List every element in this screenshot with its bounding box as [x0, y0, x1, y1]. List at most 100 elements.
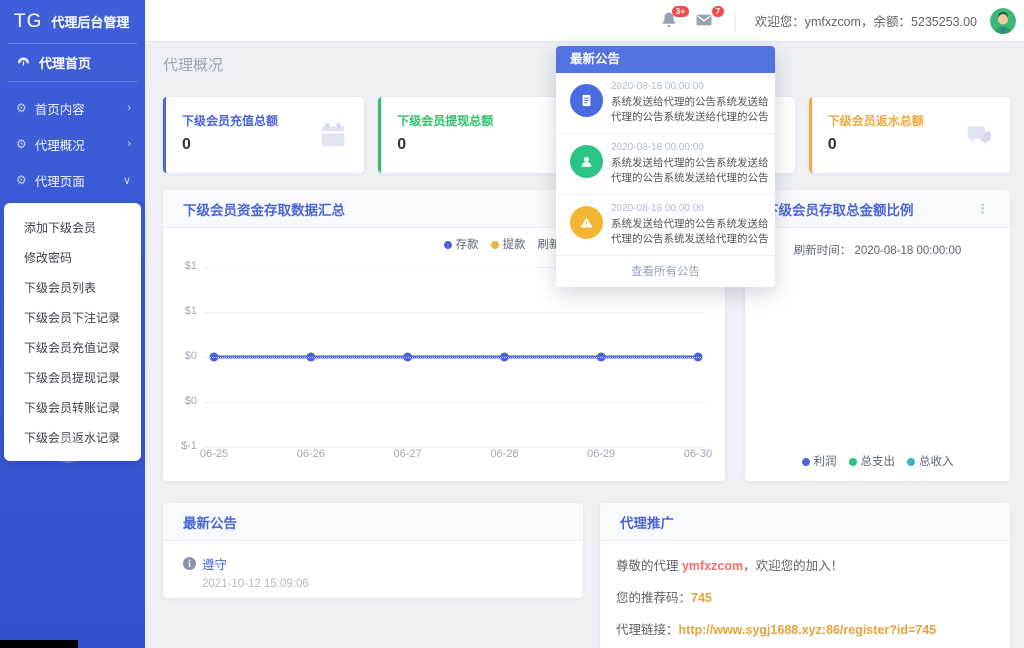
data-point: [403, 353, 412, 362]
dropdown-notice-item[interactable]: 2020-08-18 00:00:00 系统发送给代理的公告系统发送给代理的公告…: [556, 134, 775, 195]
messages-button[interactable]: 7: [694, 10, 716, 32]
stat-card-deposit-total: 下级会员充值总额 0: [163, 97, 364, 173]
sidebar-item-label: 首页内容: [35, 99, 120, 118]
code-label: 您的推荐码：: [616, 591, 691, 605]
ratio-legend: 利润 总支出 总收入: [745, 453, 1010, 469]
chat-icon: [964, 120, 994, 150]
panel-header: 下级会员存取总金额比例 ⋮: [745, 190, 1010, 228]
legend-dot: [907, 458, 915, 466]
welcome-balance-text: 欢迎您：ymfxzcom，余额：5235253.00: [755, 11, 977, 30]
info-icon: [183, 557, 196, 570]
dropdown-notice-item[interactable]: 2020-08-18 00:00:00 系统发送给代理的公告系统发送给代理的公告…: [556, 195, 775, 256]
sidebar-collapse-button[interactable]: ‹: [54, 435, 82, 463]
app-logo: TG 代理后台管理: [0, 0, 145, 43]
chevron-left-icon: ‹: [66, 442, 70, 457]
sidebar: TG 代理后台管理 代理首页 ⚙ 首页内容 › ⚙ 代理概况 › ⚙ 代理页面 …: [0, 0, 145, 648]
stat-card-withdraw-total: 下级会员提现总额 0: [378, 97, 579, 173]
calendar-icon: [318, 120, 348, 150]
notice-content: 2020-08-18 00:00:00 系统发送给代理的公告系统发送给代理的公告…: [611, 81, 771, 125]
gridline: [205, 447, 705, 448]
sidebar-item-label: 代理页面: [35, 171, 115, 190]
y-axis-tick: $1: [167, 260, 197, 272]
app-title: 代理后台管理: [51, 12, 129, 31]
y-axis-tick: $-1: [167, 440, 197, 452]
agent-link[interactable]: http://www.sygj1688.xyz:86/register?id=7…: [679, 623, 937, 637]
more-options-icon[interactable]: ⋮: [976, 201, 990, 217]
notice-time: 2020-08-18 00:00:00: [611, 203, 771, 214]
gridline: [205, 402, 705, 403]
gear-icon: ⚙: [16, 101, 27, 115]
y-axis-tick: $0: [167, 350, 197, 362]
data-point: [403, 353, 412, 362]
x-axis-tick: 06-27: [383, 448, 433, 460]
chevron-right-icon: ›: [127, 138, 131, 150]
chevron-down-icon: ∨: [123, 174, 131, 187]
notice-text: 系统发送给代理的公告系统发送给代理的公告系统发送给代理的公告: [611, 217, 771, 247]
legend-dot: [849, 458, 857, 466]
notice-time: 2020-08-18 00:00:00: [611, 81, 771, 92]
submenu-item-deposit-records[interactable]: 下级会员充值记录: [4, 332, 141, 362]
link-label: 代理链接：: [616, 623, 679, 637]
legend-item-expense: 总支出: [849, 453, 896, 469]
data-point: [597, 353, 606, 362]
panel-header: 代理推广: [600, 503, 1010, 541]
mail-icon: [694, 10, 714, 30]
topbar: 3+ 7 欢迎您：ymfxzcom，余额：5235253.00: [145, 0, 1024, 41]
dropdown-notice-item[interactable]: 2020-08-18 00:00:00 系统发送给代理的公告系统发送给代理的公告…: [556, 73, 775, 134]
panel-title: 代理推广: [620, 512, 674, 532]
notifications-bell-button[interactable]: 3+: [659, 10, 681, 32]
agent-name: ymfxzcom: [682, 559, 743, 573]
legend-dot: [802, 458, 810, 466]
notice-item[interactable]: 遵守: [183, 554, 563, 573]
legend-label: 总收入: [919, 456, 954, 468]
submenu-item-member-list[interactable]: 下级会员列表: [4, 272, 141, 302]
greeting-suffix: ，欢迎您的加入！: [743, 559, 843, 573]
legend-item-profit: 利润: [802, 453, 837, 469]
x-axis-tick: 06-30: [673, 448, 723, 460]
sidebar-item-agent-overview[interactable]: ⚙ 代理概况 ›: [0, 126, 145, 162]
notification-badge: 3+: [672, 6, 689, 18]
agent-promo-panel: 代理推广 尊敬的代理 ymfxzcom，欢迎您的加入！ 您的推荐码：745 代理…: [600, 503, 1010, 648]
sidebar-item-agent-home[interactable]: 代理首页: [0, 44, 145, 81]
data-point: [306, 353, 315, 362]
page-title: 代理概况: [163, 54, 223, 75]
dropdown-header: 最新公告: [556, 46, 775, 73]
data-point: [210, 353, 219, 362]
user-icon: [578, 153, 595, 170]
x-axis-tick: 06-26: [286, 448, 336, 460]
legend-item-deposit: 存款: [444, 236, 479, 252]
legend-dot: [444, 241, 452, 249]
panel-title: 最新公告: [183, 512, 237, 532]
sidebar-item-home-content[interactable]: ⚙ 首页内容 ›: [0, 90, 145, 126]
promo-body: 尊敬的代理 ymfxzcom，欢迎您的加入！ 您的推荐码：745 代理链接：ht…: [600, 541, 1010, 648]
submenu-item-bet-records[interactable]: 下级会员下注记录: [4, 302, 141, 332]
referral-code: 745: [691, 591, 712, 605]
submenu-item-change-password[interactable]: 修改密码: [4, 242, 141, 272]
user-avatar[interactable]: [990, 8, 1016, 34]
legend-label: 存款: [456, 239, 479, 251]
y-axis-tick: $0: [167, 395, 197, 407]
submenu-item-transfer-records[interactable]: 下级会员转账记录: [4, 392, 141, 422]
y-axis-tick: $1: [167, 305, 197, 317]
notice-avatar: [570, 206, 603, 239]
view-all-notices-link[interactable]: 查看所有公告: [556, 256, 775, 287]
ratio-panel: 下级会员存取总金额比例 ⋮ 刷新时间： 2020-08-18 00:00:00 …: [745, 190, 1010, 481]
notice-text: 系统发送给代理的公告系统发送给代理的公告系统发送给代理的公告: [611, 156, 771, 186]
notice-content: 2020-08-18 00:00:00 系统发送给代理的公告系统发送给代理的公告…: [611, 203, 771, 247]
sidebar-groups: ⚙ 首页内容 › ⚙ 代理概况 › ⚙ 代理页面 ∨ 添加下级会员 修改密码 下…: [0, 82, 145, 461]
legend-item-withdraw: 提款: [491, 236, 526, 252]
sidebar-item-agent-pages[interactable]: ⚙ 代理页面 ∨: [0, 162, 145, 198]
legend-dot: [491, 241, 499, 249]
bottom-left-black-bar: [0, 640, 78, 648]
submenu-item-withdraw-records[interactable]: 下级会员提现记录: [4, 362, 141, 392]
submenu-item-add-member[interactable]: 添加下级会员: [4, 212, 141, 242]
x-axis-tick: 06-29: [576, 448, 626, 460]
data-point: [306, 353, 315, 362]
promo-greeting: 尊敬的代理 ymfxzcom，欢迎您的加入！: [616, 555, 994, 574]
data-point: [210, 353, 219, 362]
notice-link[interactable]: 遵守: [202, 554, 227, 573]
sidebar-item-label: 代理概况: [35, 135, 120, 154]
legend-label: 总支出: [861, 456, 896, 468]
notice-dropdown: 最新公告 2020-08-18 00:00:00 系统发送给代理的公告系统发送给…: [556, 46, 775, 287]
logo-mark: TG: [14, 11, 42, 33]
